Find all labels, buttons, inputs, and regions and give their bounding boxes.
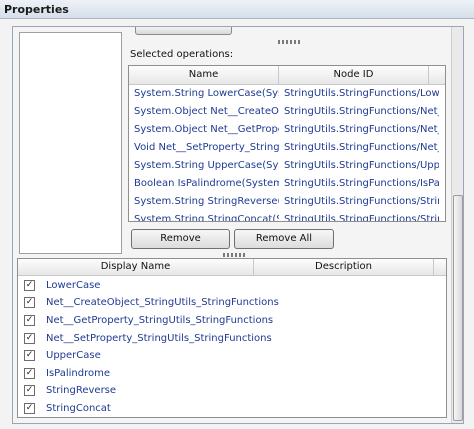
checkbox[interactable]: ✓ [24, 350, 35, 361]
operation-node-id-cell: StringUtils.StringFunctions/Strin [284, 196, 439, 207]
operation-name-cell: System.Object Net__GetProperty [134, 124, 279, 135]
display-name-label: Net__CreateObject_StringUtils_StringFunc… [46, 297, 279, 308]
list-item[interactable]: ✓ Net__SetProperty_StringUtils_StringFun… [18, 330, 446, 347]
list-item[interactable]: ✓ Net__CreateObject_StringUtils_StringFu… [18, 294, 446, 311]
list-item[interactable]: ✓ IsPalindrome [18, 365, 446, 382]
column-header-display-name[interactable]: Display Name [18, 259, 254, 276]
list-item[interactable]: ✓ LowerCase [18, 277, 446, 294]
operation-name-cell: System.String LowerCase(Syster [134, 88, 279, 99]
properties-scrollbar[interactable] [451, 27, 463, 423]
operation-name-cell: System.String StringConcat(Syst [134, 214, 279, 222]
checkbox[interactable]: ✓ [24, 403, 35, 414]
add-button-partial[interactable] [135, 27, 232, 35]
checkbox[interactable]: ✓ [24, 368, 35, 379]
operation-name-cell: Void Net__SetProperty_StringUti [134, 142, 279, 153]
display-name-label: UpperCase [46, 350, 101, 361]
operation-node-id-cell: StringUtils.StringFunctions/Lowe [284, 88, 439, 99]
display-name-list: Display Name Description ✓ LowerCase ✓ N… [17, 258, 447, 418]
operation-name-cell: System.Object Net__CreateObje [134, 106, 279, 117]
column-header-name[interactable]: Name [129, 66, 279, 85]
table-row[interactable]: Void Net__SetProperty_StringUti StringUt… [129, 139, 445, 157]
operation-node-id-cell: StringUtils.StringFunctions/Net_ [284, 106, 439, 117]
operation-node-id-cell: StringUtils.StringFunctions/Uppe [284, 160, 439, 171]
checkbox[interactable]: ✓ [24, 315, 35, 326]
column-header-node-id[interactable]: Node ID [279, 66, 429, 85]
selected-operations-label: Selected operations: [130, 49, 234, 60]
operation-name-cell: Boolean IsPalindrome(System.S [134, 178, 279, 189]
table-row[interactable]: System.Object Net__CreateObje StringUtil… [129, 103, 445, 121]
display-name-label: IsPalindrome [46, 368, 111, 379]
table-row[interactable]: System.String StringReverse(Sys StringUt… [129, 193, 445, 211]
list-item[interactable]: ✓ StringConcat [18, 400, 446, 417]
display-name-label: StringReverse [46, 385, 117, 396]
table-row[interactable]: System.String LowerCase(Syster StringUti… [129, 85, 445, 103]
table-row[interactable]: Boolean IsPalindrome(System.S StringUtil… [129, 175, 445, 193]
table-row[interactable]: System.Object Net__GetProperty StringUti… [129, 121, 445, 139]
operation-node-id-cell: StringUtils.StringFunctions/Strin [284, 214, 439, 222]
operation-node-id-cell: StringUtils.StringFunctions/Net_ [284, 124, 439, 135]
column-header-filler [429, 66, 445, 85]
display-name-label: LowerCase [46, 280, 101, 291]
list-item[interactable]: ✓ StringReverse [18, 382, 446, 399]
operation-name-cell: System.String UpperCase(Syster [134, 160, 279, 171]
remove-button[interactable]: Remove [131, 229, 230, 249]
remove-all-button[interactable]: Remove All [234, 229, 334, 249]
display-name-label: Net__GetProperty_StringUtils_StringFunct… [46, 315, 274, 326]
properties-title-bar: Properties [0, 0, 474, 19]
checkbox[interactable]: ✓ [24, 280, 35, 291]
operation-name-cell: System.String StringReverse(Sys [134, 196, 279, 207]
checkbox[interactable]: ✓ [24, 333, 35, 344]
checkbox[interactable]: ✓ [24, 297, 35, 308]
list-item[interactable]: ✓ UpperCase [18, 347, 446, 364]
operation-tree-panel[interactable] [19, 32, 122, 254]
display-name-label: StringConcat [46, 403, 111, 414]
operation-node-id-cell: StringUtils.StringFunctions/IsPal [284, 178, 439, 189]
table-row[interactable]: System.String StringConcat(Syst StringUt… [129, 211, 445, 222]
list-item[interactable]: ✓ Net__GetProperty_StringUtils_StringFun… [18, 312, 446, 329]
selected-operations-table: Name Node ID System.String LowerCase(Sy s… [128, 65, 446, 222]
bottom-splitter-grip[interactable] [223, 253, 247, 257]
column-header-filler [434, 259, 446, 276]
display-name-label: Net__SetProperty_StringUtils_StringFunct… [46, 333, 272, 344]
top-splitter-grip[interactable] [278, 40, 302, 44]
column-header-description[interactable]: Description [254, 259, 434, 276]
properties-scrollbar-thumb[interactable] [453, 195, 463, 421]
operation-node-id-cell: StringUtils.StringFunctions/Net_ [284, 142, 439, 153]
checkbox[interactable]: ✓ [24, 385, 35, 396]
window-title: Properties [4, 3, 69, 16]
table-row[interactable]: System.String UpperCase(Syster StringUti… [129, 157, 445, 175]
